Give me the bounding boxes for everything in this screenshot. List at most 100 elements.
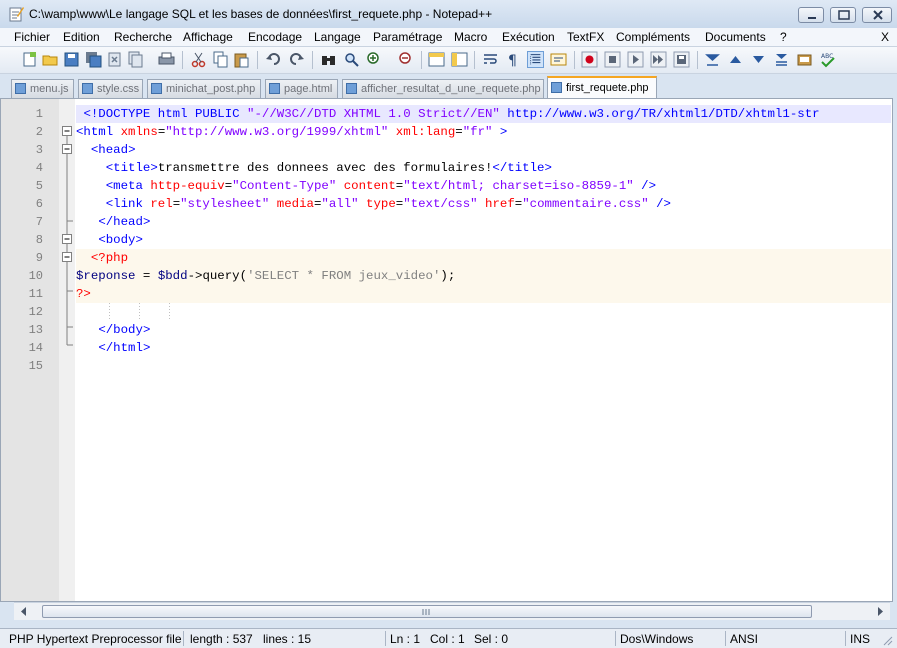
menu-documents[interactable]: Documents xyxy=(705,30,766,44)
menu-execution[interactable]: Exécution xyxy=(502,30,555,44)
user-lang-icon[interactable] xyxy=(550,51,567,68)
tab-label: minichat_post.php xyxy=(166,83,256,95)
toolbar-separator xyxy=(474,51,475,69)
tab-minichat-post[interactable]: minichat_post.php xyxy=(147,79,261,98)
menu-help[interactable]: ? xyxy=(780,30,787,44)
menu-recherche[interactable]: Recherche xyxy=(114,30,172,44)
code-line: ?> xyxy=(76,287,91,301)
toolbar-separator xyxy=(312,51,313,69)
zoom-in-icon[interactable] xyxy=(366,51,383,68)
redo-icon[interactable] xyxy=(288,51,305,68)
close-all-icon[interactable] xyxy=(127,51,144,68)
toolbar-separator xyxy=(421,51,422,69)
status-lines: lines : 15 xyxy=(263,632,312,646)
stop-macro-icon[interactable] xyxy=(604,51,621,68)
new-file-icon[interactable] xyxy=(21,51,38,68)
status-separator xyxy=(725,631,726,646)
undo-icon[interactable] xyxy=(265,51,282,68)
show-all-chars-icon[interactable]: ¶ xyxy=(504,51,521,68)
ftp-icon[interactable] xyxy=(796,51,813,68)
code-line: <head> xyxy=(90,143,136,157)
menu-textfx[interactable]: TextFX xyxy=(567,30,604,44)
indent-guides xyxy=(109,303,170,321)
line-number: 13 xyxy=(28,323,43,337)
status-separator xyxy=(845,631,846,646)
save-icon[interactable] xyxy=(63,51,80,68)
file-icon xyxy=(15,83,26,94)
status-eol: Dos\Windows xyxy=(620,632,694,646)
scroll-left-icon[interactable] xyxy=(20,607,28,616)
record-macro-icon[interactable] xyxy=(581,51,598,68)
svg-text:¶: ¶ xyxy=(508,53,517,68)
line-number: 7 xyxy=(35,215,43,229)
resize-grip-icon[interactable] xyxy=(880,633,894,647)
horizontal-scrollbar[interactable] xyxy=(14,602,890,620)
code-editor[interactable]: 1 2 3 4 5 6 7 8 9 10 11 12 13 14 15 <!DO… xyxy=(0,98,893,602)
maximize-button[interactable] xyxy=(830,7,856,23)
copy-icon[interactable] xyxy=(212,51,229,68)
menu-edition[interactable]: Edition xyxy=(63,30,100,44)
tab-style-css[interactable]: style.css xyxy=(78,79,143,98)
play-multiple-icon[interactable] xyxy=(650,51,667,68)
line-number: 3 xyxy=(35,143,43,157)
save-all-icon[interactable] xyxy=(85,51,102,68)
file-icon xyxy=(151,83,162,94)
status-length: length : 537 xyxy=(190,632,253,646)
code-line: <meta http-equiv="Content-Type" content=… xyxy=(105,179,657,193)
zoom-out-icon[interactable] xyxy=(398,51,415,68)
minimize-button[interactable] xyxy=(798,7,824,23)
status-line: Ln : 1 xyxy=(390,632,421,646)
paste-icon[interactable] xyxy=(233,51,250,68)
file-icon xyxy=(269,83,280,94)
tab-afficher-resultat[interactable]: afficher_resultat_d_une_requete.php xyxy=(342,79,544,98)
menu-fichier[interactable]: Fichier xyxy=(14,30,50,44)
tab-first-requete[interactable]: first_requete.php xyxy=(547,76,657,98)
save-macro-icon[interactable] xyxy=(673,51,690,68)
close-icon[interactable] xyxy=(106,51,123,68)
next-icon[interactable] xyxy=(750,51,767,68)
find-icon[interactable] xyxy=(320,51,337,68)
menu-parametrage[interactable]: Paramétrage xyxy=(373,30,442,44)
indent-guide-icon[interactable] xyxy=(527,51,544,68)
tab-label: page.html xyxy=(284,83,333,95)
line-number: 2 xyxy=(35,125,43,139)
code-line: <body> xyxy=(98,233,143,247)
line-number: 10 xyxy=(28,269,43,283)
scroll-right-icon[interactable] xyxy=(876,607,884,616)
menu-complements[interactable]: Compléments xyxy=(616,30,690,44)
code-line: </html> xyxy=(98,341,151,355)
status-column: Col : 1 xyxy=(430,632,465,646)
trim-icon[interactable] xyxy=(704,51,721,68)
menu-langage[interactable]: Langage xyxy=(314,30,361,44)
line-number: 11 xyxy=(28,287,43,301)
status-separator xyxy=(183,631,184,646)
code-line: <title>transmettre des donnees avec des … xyxy=(105,161,552,175)
close-window-button[interactable] xyxy=(862,7,892,23)
find-next-icon[interactable] xyxy=(343,51,360,68)
tab-label: afficher_resultat_d_une_requete.php xyxy=(361,83,541,95)
previous-icon[interactable] xyxy=(727,51,744,68)
sort-icon[interactable] xyxy=(773,51,790,68)
sync-horizontal-icon[interactable] xyxy=(451,51,468,68)
tab-menu-js[interactable]: menu.js xyxy=(11,79,74,98)
menu-affichage[interactable]: Affichage xyxy=(183,30,233,44)
menu-macro[interactable]: Macro xyxy=(454,30,487,44)
status-separator xyxy=(615,631,616,646)
scrollbar-thumb[interactable] xyxy=(42,605,812,618)
toolbar-separator xyxy=(574,51,575,69)
play-macro-icon[interactable] xyxy=(627,51,644,68)
menu-encodage[interactable]: Encodage xyxy=(248,30,302,44)
tab-label: menu.js xyxy=(30,83,69,95)
line-number: 15 xyxy=(28,359,43,373)
open-file-icon[interactable] xyxy=(42,51,59,68)
spellcheck-icon[interactable]: ABC xyxy=(819,51,836,68)
line-number: 1 xyxy=(35,107,43,121)
toolbar-separator xyxy=(257,51,258,69)
print-icon[interactable] xyxy=(158,51,175,68)
menu-close-document[interactable]: X xyxy=(881,30,889,44)
sync-vertical-icon[interactable] xyxy=(428,51,445,68)
cut-icon[interactable] xyxy=(190,51,207,68)
tab-page-html[interactable]: page.html xyxy=(265,79,338,98)
word-wrap-icon[interactable] xyxy=(482,51,499,68)
